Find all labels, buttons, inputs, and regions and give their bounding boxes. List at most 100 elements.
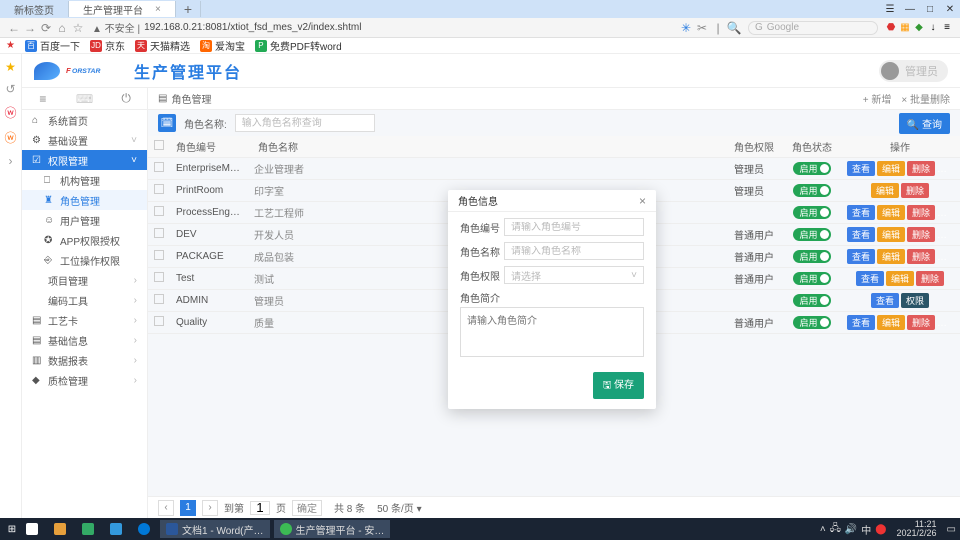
page-prev[interactable]: ‹ [158, 500, 174, 516]
sidebar-sub-2-4[interactable]: ⎆工位操作权限 [22, 250, 147, 270]
action-pill[interactable]: 编辑 [877, 249, 905, 264]
back-icon[interactable]: ← [6, 21, 22, 35]
action-pill[interactable]: 编辑 [877, 315, 905, 330]
modal-close-icon[interactable]: × [639, 194, 646, 208]
action-pill[interactable]: 编辑 [871, 183, 899, 198]
sidebar-item-1[interactable]: ⚙基础设置˅ [22, 130, 147, 150]
search-icon[interactable]: 🔍 [726, 21, 742, 35]
user-chip[interactable]: 管理员 [879, 60, 948, 82]
search-button[interactable]: 🔍 查询 [899, 113, 950, 134]
bookmark-3[interactable]: 淘爱淘宝 [200, 38, 245, 53]
row-checkbox[interactable] [154, 184, 164, 194]
action-pill[interactable]: 查看 [871, 293, 899, 308]
row-checkbox[interactable] [154, 228, 164, 238]
add-button[interactable]: + 新增 [863, 91, 892, 106]
page-go[interactable]: 确定 [292, 500, 322, 516]
action-pill[interactable]: 编辑 [886, 271, 914, 286]
weibo-icon[interactable]: ⓦ [4, 104, 16, 121]
ext2-icon[interactable]: ▦ [898, 22, 912, 33]
new-tab-button[interactable]: + [176, 1, 201, 17]
action-pill[interactable]: 删除 [901, 183, 929, 198]
status-switch[interactable]: 启用 [793, 250, 830, 263]
action-pill[interactable]: 权限 [901, 293, 929, 308]
field-name-input[interactable] [511, 246, 637, 257]
field-perm-select[interactable]: 请选择˅ [504, 266, 644, 284]
field-code-input[interactable] [511, 222, 637, 233]
action-pill[interactable]: 编辑 [877, 205, 905, 220]
action-pill[interactable]: 查看 [847, 249, 875, 264]
sidebar-sub-2-3[interactable]: ✪APP权限授权 [22, 230, 147, 250]
action-pill[interactable]: 查看 [847, 205, 875, 220]
sidebar-mode2-icon[interactable]: ⌨ [64, 92, 106, 106]
tray-notify-icon[interactable]: ▭ [947, 524, 956, 535]
status-switch[interactable]: 启用 [793, 184, 830, 197]
sidebar-sub-2-0[interactable]: ⎕机构管理 [22, 170, 147, 190]
history-icon[interactable]: ↺ [5, 82, 15, 96]
sidebar-collapse-icon[interactable]: ≡ [22, 92, 64, 106]
row-checkbox[interactable] [154, 250, 164, 260]
status-switch[interactable]: 启用 [793, 228, 830, 241]
arrow-icon[interactable]: › [9, 154, 13, 168]
bookmark-4[interactable]: P免费PDF转word [255, 38, 342, 53]
action-pill[interactable]: 删除 [907, 249, 935, 264]
fav-icon[interactable]: ★ [5, 60, 16, 74]
sidebar-sub-2-2[interactable]: ☺用户管理 [22, 210, 147, 230]
task-edge[interactable] [132, 520, 156, 538]
bookmark-0[interactable]: 百百度一下 [25, 38, 80, 53]
window-close-icon[interactable]: ✕ [940, 4, 960, 15]
status-switch[interactable]: 启用 [793, 294, 830, 307]
tray-up-icon[interactable]: ˄ [820, 524, 826, 535]
forward-icon[interactable]: → [22, 21, 38, 35]
maximize-icon[interactable]: □ [920, 4, 940, 15]
sidebar-item-6[interactable]: ▤基础信息› [22, 330, 147, 350]
home-icon[interactable]: ⌂ [54, 21, 70, 35]
task-word[interactable]: 文档1 - Word(产… [160, 520, 270, 538]
clip-icon[interactable]: ✂ [694, 21, 710, 35]
action-pill[interactable]: 删除 [907, 205, 935, 220]
action-pill[interactable]: 编辑 [877, 161, 905, 176]
action-pill[interactable]: 查看 [847, 227, 875, 242]
task-pin1[interactable] [76, 520, 100, 538]
close-icon[interactable]: × [155, 4, 161, 15]
page-1[interactable]: 1 [180, 500, 196, 516]
tray-flag-icon[interactable]: ⬤ [875, 524, 886, 535]
task-chrome[interactable]: 生产管理平台 - 安… [274, 520, 391, 538]
row-checkbox[interactable] [154, 272, 164, 282]
bookmark-1[interactable]: JD京东 [90, 38, 125, 53]
minimize-icon[interactable]: — [900, 4, 920, 15]
action-pill[interactable]: 删除 [916, 271, 944, 286]
translate-icon[interactable]: ✳ [678, 21, 694, 35]
omni-search[interactable]: GGoogle [748, 21, 878, 35]
menu-icon[interactable]: ☰ [880, 4, 900, 15]
star-icon[interactable]: ☆ [70, 21, 86, 35]
tray-vol-icon[interactable]: 🔊 [845, 524, 857, 535]
col-status[interactable]: 角色状态 [784, 136, 840, 158]
start-icon[interactable]: ⊞ [4, 524, 20, 535]
bookmark-star-icon[interactable]: ★ [6, 40, 15, 51]
action-pill[interactable]: 查看 [856, 271, 884, 286]
tray-clock[interactable]: 11:21 2021/2/26 [891, 520, 943, 538]
page-size[interactable]: 50 条/页 ▾ [377, 500, 421, 515]
page-next[interactable]: › [202, 500, 218, 516]
sidebar-sub-2-1[interactable]: ♜角色管理 [22, 190, 147, 210]
page-input[interactable] [250, 501, 270, 515]
tray-ime[interactable]: 中 [861, 522, 871, 537]
batch-delete-button[interactable]: × 批量删除 [901, 91, 950, 106]
sidebar-item-7[interactable]: ▥数据报表› [22, 350, 147, 370]
url-box[interactable]: ▲ 不安全 | 192.168.0.21:8081/xtiot_fsd_mes_… [92, 20, 672, 35]
ext1-icon[interactable]: ⬣ [884, 22, 898, 33]
action-pill[interactable]: 删除 [907, 315, 935, 330]
sidebar-item-0[interactable]: ⌂系统首页 [22, 110, 147, 130]
sidebar-power-icon[interactable]: ⏻ [105, 91, 147, 106]
sidebar-item-4[interactable]: 编码工具› [22, 290, 147, 310]
status-switch[interactable]: 启用 [793, 316, 830, 329]
row-checkbox[interactable] [154, 206, 164, 216]
more-icon[interactable]: ≡ [940, 22, 954, 33]
action-pill[interactable]: 查看 [847, 161, 875, 176]
weibo2-icon[interactable]: ⓦ [4, 129, 16, 146]
tab-app[interactable]: 生产管理平台 × [69, 1, 176, 17]
checkbox-header[interactable] [148, 136, 170, 158]
sidebar-item-8[interactable]: ◆质检管理› [22, 370, 147, 390]
row-checkbox[interactable] [154, 316, 164, 326]
action-pill[interactable]: 编辑 [877, 227, 905, 242]
